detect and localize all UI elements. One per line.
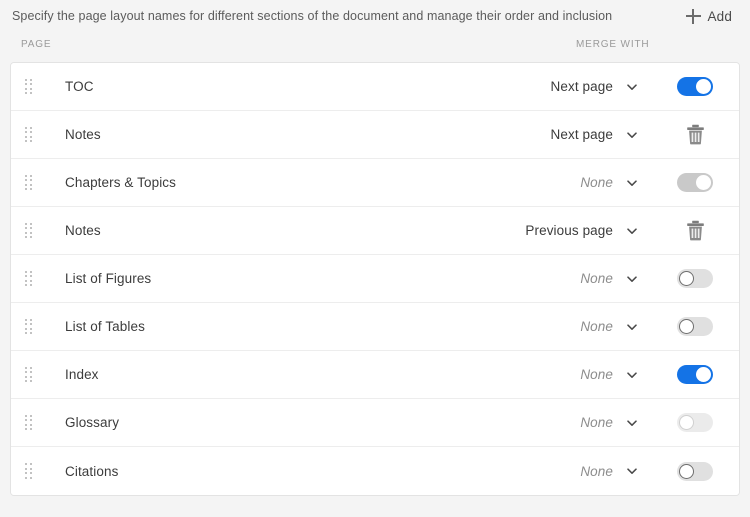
merge-with-value: None xyxy=(580,319,613,334)
table-row: List of Figures None xyxy=(11,255,739,303)
include-toggle[interactable] xyxy=(677,77,713,96)
include-toggle[interactable] xyxy=(677,365,713,384)
merge-with-dropdown[interactable]: None xyxy=(351,415,651,430)
page-layout-name: List of Figures xyxy=(65,271,152,286)
table-row: Citations None xyxy=(11,447,739,495)
merge-with-value: Next page xyxy=(550,127,613,142)
merge-with-dropdown[interactable]: None xyxy=(351,175,651,190)
delete-row-button[interactable] xyxy=(682,122,708,148)
include-toggle xyxy=(677,413,713,432)
include-toggle xyxy=(677,173,713,192)
drag-handle-icon[interactable] xyxy=(11,366,45,383)
merge-with-value: None xyxy=(580,175,613,190)
trash-icon xyxy=(686,124,705,145)
row-action-cell xyxy=(651,77,739,96)
page-layout-name: Index xyxy=(65,367,99,382)
merge-with-dropdown[interactable]: None xyxy=(351,367,651,382)
page-layout-name: Chapters & Topics xyxy=(65,175,177,190)
row-action-cell xyxy=(651,413,739,432)
chevron-down-icon xyxy=(627,227,637,234)
column-header-row: PAGE MERGE WITH xyxy=(0,32,750,60)
trash-icon xyxy=(686,220,705,241)
table-row: Index None xyxy=(11,351,739,399)
plus-icon xyxy=(685,8,701,24)
toggle-knob xyxy=(679,463,694,479)
table-row: Notes Previous page xyxy=(11,207,739,255)
panel-description: Specify the page layout names for differ… xyxy=(12,9,613,23)
toggle-knob xyxy=(696,175,711,190)
chevron-down-icon xyxy=(627,371,637,378)
panel-header: Specify the page layout names for differ… xyxy=(0,0,750,32)
table-row: Glossary None xyxy=(11,399,739,447)
merge-with-dropdown[interactable]: Previous page xyxy=(351,223,651,238)
row-action-cell xyxy=(651,269,739,288)
page-layout-name: Citations xyxy=(65,463,119,479)
toggle-knob xyxy=(679,415,694,430)
drag-handle-icon[interactable] xyxy=(11,78,45,95)
merge-with-dropdown[interactable]: None xyxy=(351,464,651,479)
merge-with-dropdown[interactable]: None xyxy=(351,271,651,286)
row-action-cell xyxy=(651,218,739,244)
add-page-layout-button[interactable]: Add xyxy=(682,6,738,27)
merge-with-value: Next page xyxy=(550,79,613,94)
drag-handle-icon[interactable] xyxy=(11,222,45,239)
chevron-down-icon xyxy=(627,83,637,90)
row-action-cell xyxy=(651,365,739,384)
add-button-label: Add xyxy=(707,8,732,24)
drag-handle-icon[interactable] xyxy=(11,414,45,431)
merge-with-value: Previous page xyxy=(525,223,613,238)
chevron-down-icon xyxy=(627,179,637,186)
merge-with-dropdown[interactable]: Next page xyxy=(351,79,651,94)
include-toggle[interactable] xyxy=(677,269,713,288)
row-action-cell xyxy=(651,317,739,336)
merge-with-dropdown[interactable]: None xyxy=(351,319,651,334)
page-layout-manager-panel: Specify the page layout names for differ… xyxy=(0,0,750,517)
table-row: List of Tables None xyxy=(11,303,739,351)
column-header-merge-with: MERGE WITH xyxy=(576,39,650,50)
table-row: Notes Next page xyxy=(11,111,739,159)
page-layout-name: Notes xyxy=(65,127,101,142)
drag-handle-icon[interactable] xyxy=(11,270,45,287)
merge-with-value: None xyxy=(580,463,613,479)
drag-handle-icon[interactable] xyxy=(11,463,45,479)
chevron-down-icon xyxy=(627,323,637,330)
drag-handle-icon[interactable] xyxy=(11,126,45,143)
delete-row-button[interactable] xyxy=(682,218,708,244)
merge-with-dropdown[interactable]: Next page xyxy=(351,127,651,142)
column-header-page: PAGE xyxy=(21,39,52,50)
chevron-down-icon xyxy=(627,468,637,474)
row-action-cell xyxy=(651,461,739,481)
merge-with-value: None xyxy=(580,271,613,286)
chevron-down-icon xyxy=(627,419,637,426)
toggle-knob xyxy=(696,367,711,382)
page-layout-name: TOC xyxy=(65,79,94,94)
page-layout-name: List of Tables xyxy=(65,319,145,334)
page-layout-list: TOC Next page Notes Next page Chapters & Top… xyxy=(10,62,740,496)
drag-handle-icon[interactable] xyxy=(11,318,45,335)
merge-with-value: None xyxy=(580,415,613,430)
chevron-down-icon xyxy=(627,275,637,282)
row-action-cell xyxy=(651,173,739,192)
include-toggle[interactable] xyxy=(677,317,713,336)
chevron-down-icon xyxy=(627,131,637,138)
table-row: TOC Next page xyxy=(11,63,739,111)
page-layout-name: Notes xyxy=(65,223,101,238)
table-row: Chapters & Topics None xyxy=(11,159,739,207)
page-layout-name: Glossary xyxy=(65,415,120,430)
toggle-knob xyxy=(679,271,694,286)
drag-handle-icon[interactable] xyxy=(11,174,45,191)
include-toggle[interactable] xyxy=(677,461,713,481)
toggle-knob xyxy=(696,79,711,94)
merge-with-value: None xyxy=(580,367,613,382)
toggle-knob xyxy=(679,319,694,334)
row-action-cell xyxy=(651,122,739,148)
